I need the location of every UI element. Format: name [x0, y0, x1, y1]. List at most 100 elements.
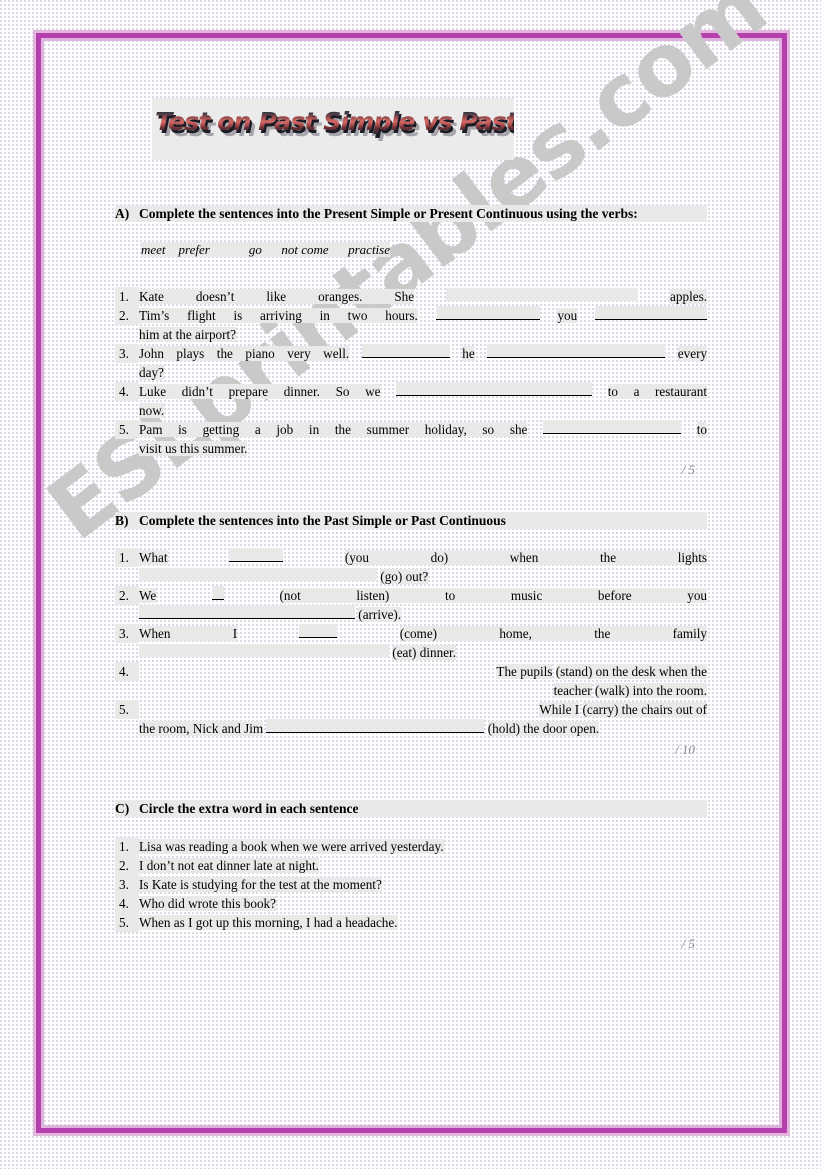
item-number: 4.: [115, 662, 139, 681]
sentence-text: to a restaurant: [607, 384, 708, 399]
sentence-text: Tim’s flight is arriving in two hours.: [139, 308, 418, 323]
item-number: 4.: [115, 894, 139, 913]
item-body: Lisa was reading a book when we were arr…: [139, 837, 707, 856]
section-c-heading: C) Circle the extra word in each sentenc…: [115, 800, 707, 817]
section-a-letter: A): [115, 205, 139, 222]
item-body: While I (carry) the chairs out of the roo…: [139, 700, 707, 738]
item-body: Luke didn’t prepare dinner. So we to a r…: [139, 382, 708, 420]
sentence-text: (hold) the door open.: [487, 721, 600, 736]
sentence-text: (not listen) to music before you: [279, 588, 708, 603]
answer-blank[interactable]: [299, 624, 338, 638]
item-body: Is Kate is studying for the test at the …: [139, 875, 707, 894]
list-item: 5. While I (carry) the chairs out of the r…: [115, 700, 707, 738]
answer-blank[interactable]: [487, 344, 666, 358]
section-a-heading: A) Complete the sentences into the Prese…: [115, 205, 707, 222]
section-c: C) Circle the extra word in each sentenc…: [115, 800, 707, 952]
answer-blank[interactable]: [543, 420, 682, 434]
sentence-text: you: [557, 308, 578, 323]
section-c-letter: C): [115, 800, 139, 817]
answer-gap[interactable]: [139, 568, 377, 581]
sentence-text: (walk) into the room.: [594, 683, 707, 698]
sentence-text: Who did wrote this book?: [139, 896, 276, 911]
sentence-text: now.: [139, 403, 165, 418]
section-a-verb-list: meet prefer go not come practise: [115, 224, 707, 275]
item-number: 5.: [115, 420, 139, 439]
list-item: 2. We (not listen) to music before you (a…: [115, 586, 708, 624]
sentence-text: teacher: [553, 683, 592, 698]
sentence-text: (come) home, the family: [399, 626, 708, 641]
sentence-text: The pupils: [496, 664, 553, 679]
section-c-heading-text: Circle the extra word in each sentence: [139, 800, 707, 817]
section-b-letter: B): [115, 512, 139, 529]
answer-blank[interactable]: [435, 306, 540, 320]
sentence-text: What: [139, 550, 168, 565]
item-number: 3.: [115, 344, 139, 363]
item-body: The pupils (stand) on the desk when the t…: [139, 662, 707, 700]
item-number: 1.: [115, 548, 139, 567]
answer-blank[interactable]: [229, 548, 284, 562]
section-a: A) Complete the sentences into the Prese…: [115, 205, 708, 478]
answer-gap[interactable]: [446, 288, 639, 301]
sentence-text: I don’t not eat dinner late at night.: [139, 858, 319, 873]
item-body: John plays the piano very well. he every…: [139, 344, 708, 382]
sentence-text: (eat) dinner.: [392, 645, 457, 660]
list-item: 2. I don’t not eat dinner late at night.: [115, 856, 707, 875]
item-body: Who did wrote this book?: [139, 894, 707, 913]
section-a-score: / 5: [681, 462, 695, 477]
answer-blank[interactable]: [595, 306, 708, 320]
section-b-heading: B) Complete the sentences into the Past …: [115, 512, 707, 529]
sentence-text: When I: [139, 626, 238, 641]
sentence-text: apples.: [670, 289, 708, 304]
item-body: Tim’s flight is arriving in two hours. y…: [139, 306, 708, 344]
section-b-items: 1. What (you do) when the lights (go) out…: [115, 548, 708, 738]
list-item: 5. When as I got up this morning, I had a…: [115, 913, 707, 932]
sentence-text: Lisa was reading a book when we were arr…: [139, 839, 444, 854]
list-item: 4. Luke didn’t prepare dinner. So we to a…: [115, 382, 708, 420]
section-a-items: 1. Kate doesn’t like oranges. She apples.…: [115, 287, 708, 458]
item-number: 1.: [115, 837, 139, 856]
answer-blank[interactable]: [396, 382, 593, 396]
list-item: 2. Tim’s flight is arriving in two hours.…: [115, 306, 708, 344]
answer-blank[interactable]: [361, 344, 450, 358]
sentence-text: Pam is getting a job in the summer holid…: [139, 422, 528, 437]
sentence-text: While I: [539, 702, 580, 717]
sentence-text: When as I got up this morning, I had a h…: [139, 915, 398, 930]
list-item: 1. What (you do) when the lights (go) out…: [115, 548, 708, 586]
sentence-text: (arrive).: [358, 607, 402, 622]
item-number: 4.: [115, 382, 139, 401]
item-number: 3.: [115, 624, 139, 643]
item-number: 3.: [115, 875, 139, 894]
list-item: 1. Lisa was reading a book when we were a…: [115, 837, 707, 856]
sentence-text: John plays the piano very well.: [139, 346, 350, 361]
sentence-text: day?: [139, 365, 164, 380]
list-item: 3. John plays the piano very well. he eve…: [115, 344, 708, 382]
answer-blank[interactable]: [139, 605, 355, 619]
worksheet-content: Test on Past Simple vs Past Continuous T…: [0, 0, 821, 1169]
list-item: 3. Is Kate is studying for the test at th…: [115, 875, 707, 894]
list-item: 5. Pam is getting a job in the summer hol…: [115, 420, 708, 458]
item-body: When I (come) home, the family (eat) din…: [139, 624, 708, 662]
item-number: 5.: [115, 913, 139, 932]
section-b-heading-text: Complete the sentences into the Past Sim…: [139, 512, 707, 529]
list-item: 4. Who did wrote this book?: [115, 894, 707, 913]
item-body: Kate doesn’t like oranges. She apples.: [139, 287, 708, 306]
answer-blank[interactable]: [266, 719, 485, 733]
page-title: Test on Past Simple vs Past Continuous: [155, 109, 514, 134]
sentence-text: to: [696, 422, 708, 437]
answer-blank[interactable]: [211, 586, 224, 600]
item-number: 1.: [115, 287, 139, 306]
sentence-text: We: [139, 588, 157, 603]
item-body: What (you do) when the lights (go) out?: [139, 548, 708, 586]
item-number: 5.: [115, 700, 139, 719]
sentence-text: Kate doesn’t like oranges. She: [139, 289, 415, 304]
item-number: 2.: [115, 306, 139, 325]
title-wordart-block: Test on Past Simple vs Past Continuous T…: [152, 98, 514, 160]
answer-gap[interactable]: [139, 644, 389, 657]
sentence-text: visit us this summer.: [139, 441, 248, 456]
item-body: When as I got up this morning, I had a h…: [139, 913, 707, 932]
sentence-text: Is Kate is studying for the test at the …: [139, 877, 382, 892]
list-item: 1. Kate doesn’t like oranges. She apples.: [115, 287, 708, 306]
sentence-text: every: [677, 346, 708, 361]
sentence-text: Luke didn’t prepare dinner. So we: [139, 384, 381, 399]
sentence-text: the room, Nick and Jim: [139, 721, 264, 736]
